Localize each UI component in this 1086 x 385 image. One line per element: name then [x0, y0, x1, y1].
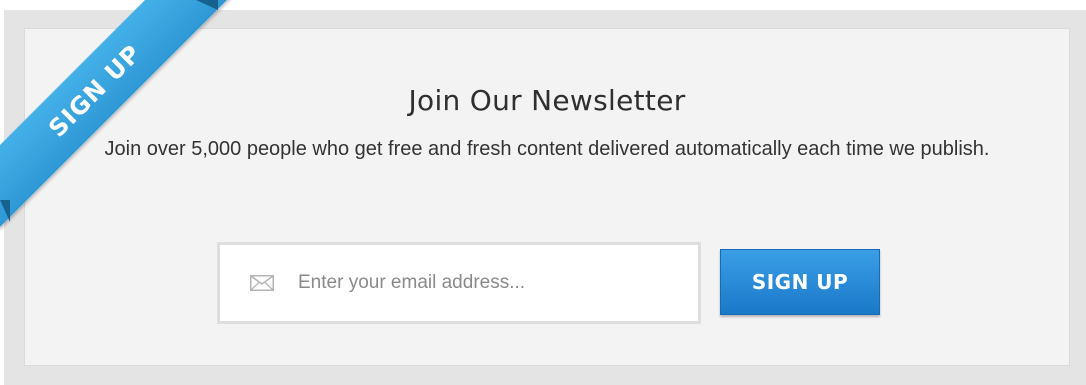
- signup-button[interactable]: SIGN UP: [720, 249, 880, 315]
- newsletter-title: Join Our Newsletter: [408, 84, 686, 117]
- email-field-container[interactable]: [217, 242, 701, 324]
- ribbon-fold-top: [196, 0, 218, 10]
- newsletter-description: Join over 5,000 people who get free and …: [104, 138, 990, 160]
- envelope-icon: [250, 275, 274, 291]
- email-input[interactable]: [298, 269, 678, 297]
- ribbon-fold-left: [0, 200, 10, 222]
- signup-ribbon-container: SIGN UP: [0, 0, 260, 240]
